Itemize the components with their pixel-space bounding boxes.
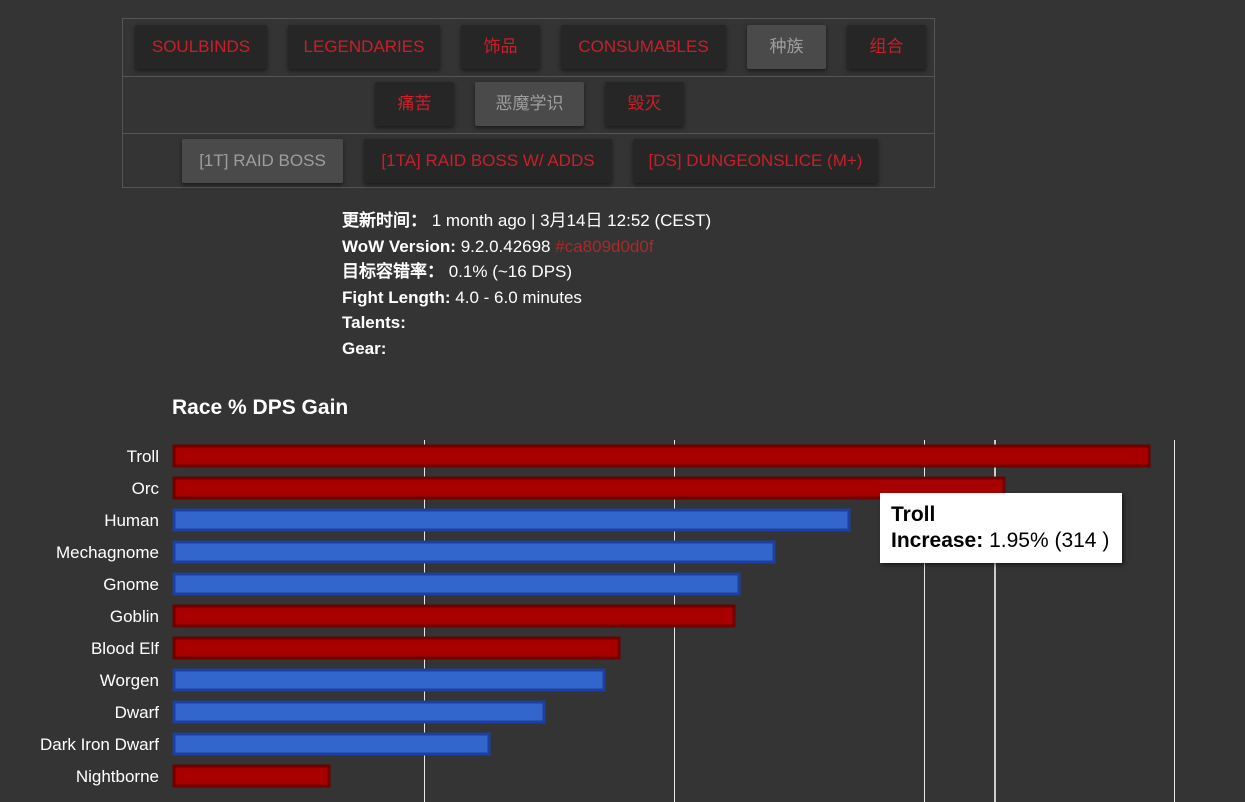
bar-blood-elf[interactable]	[172, 636, 621, 660]
category-label: Human	[104, 511, 159, 530]
bar-mechagnome[interactable]	[172, 540, 776, 564]
category-label: Dwarf	[115, 703, 160, 722]
bar-dwarf[interactable]	[172, 700, 546, 724]
tooltip-title: Troll	[891, 503, 936, 526]
tooltip-value: 1.95% (314 )	[983, 529, 1110, 552]
bar-gnome[interactable]	[172, 572, 741, 596]
race-dps-chart: Troll Orc Human Mechagnome Gnome Goblin Blood …	[40, 440, 1175, 802]
category-label: Worgen	[100, 671, 159, 690]
category-label: Goblin	[110, 607, 159, 626]
tooltip-key: Increase:	[891, 529, 984, 552]
category-label: Nightborne	[76, 767, 159, 786]
chart-tooltip: Troll Increase: 1.95% (314 )	[880, 493, 1122, 563]
category-label: Orc	[132, 479, 160, 498]
category-label: Gnome	[103, 575, 159, 594]
bar-human[interactable]	[172, 508, 851, 532]
category-label: Blood Elf	[91, 639, 159, 658]
bar-worgen[interactable]	[172, 668, 606, 692]
bar-nightborne[interactable]	[172, 764, 331, 788]
bar-troll[interactable]	[172, 444, 1151, 468]
bar-goblin[interactable]	[172, 604, 736, 628]
category-label: Mechagnome	[56, 543, 159, 562]
bar-dark-iron-dwarf[interactable]	[172, 732, 491, 756]
category-label: Dark Iron Dwarf	[40, 735, 159, 754]
category-label: Troll	[127, 447, 159, 466]
